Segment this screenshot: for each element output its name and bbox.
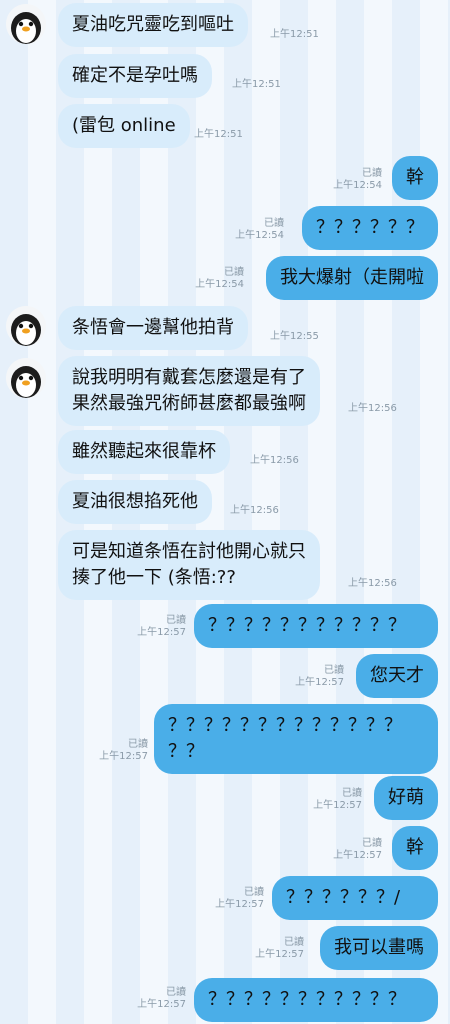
message-bubble[interactable]: 雖然聽起來很靠杯 [58,430,230,474]
message-time: 上午12:57 [333,850,382,861]
message-bubble[interactable]: 您天才 [356,654,438,698]
message-bubble[interactable]: ？？？？？？？？？？？ [194,978,438,1022]
message-bubble[interactable]: 確定不是孕吐嗎 [58,54,212,98]
penguin-avatar-icon[interactable] [6,306,46,346]
message-bubble[interactable]: (雷包 online [58,104,190,148]
message-time: 上午12:55 [270,331,319,342]
message-bubble[interactable]: 幹 [392,156,438,200]
message-time: 上午12:54 [333,180,382,191]
message-bubble[interactable]: 可是知道条悟在討他開心就只 揍了他一下 (条悟:?? [58,530,320,600]
message-time: 上午12:51 [194,129,243,140]
message-bubble[interactable]: ？？？？？？ [302,206,438,250]
message-bubble[interactable]: ？？？？？？？？？？？ [194,604,438,648]
message-time: 上午12:57 [313,800,362,811]
message-bubble[interactable]: 夏油很想掐死他 [58,480,212,524]
message-time: 上午12:57 [137,999,186,1010]
message-bubble[interactable]: 幹 [392,826,438,870]
message-bubble[interactable]: 我大爆射（走開啦 [266,256,438,300]
message-bubble[interactable]: 夏油吃咒靈吃到嘔吐 [58,3,248,47]
message-time: 上午12:54 [195,279,244,290]
message-time: 上午12:56 [250,455,299,466]
message-bubble[interactable]: ？？？？？？/ [272,876,438,920]
message-time: 上午12:57 [99,751,148,762]
message-bubble[interactable]: 条悟會一邊幫他拍背 [58,306,248,350]
message-time: 上午12:57 [215,899,264,910]
message-time: 上午12:56 [230,505,279,516]
message-time: 上午12:51 [270,29,319,40]
message-time: 上午12:56 [348,578,397,589]
penguin-avatar-icon[interactable] [6,358,46,398]
message-bubble[interactable]: 好萌 [374,776,438,820]
message-time: 上午12:57 [255,949,304,960]
message-time: 上午12:54 [235,230,284,241]
message-time: 上午12:57 [137,627,186,638]
message-bubble[interactable]: 我可以畫嗎 [320,926,438,970]
message-time: 上午12:51 [232,79,281,90]
message-bubble[interactable]: 說我明明有戴套怎麼還是有了 果然最強咒術師甚麼都最強啊 [58,356,320,426]
message-time: 上午12:56 [348,403,397,414]
message-time: 上午12:57 [295,677,344,688]
penguin-avatar-icon[interactable] [6,4,46,44]
message-bubble[interactable]: ？？？？？？？？？？？？？ ？？ [154,704,438,774]
chat-message-list[interactable]: 夏油吃咒靈吃到嘔吐 上午12:51 確定不是孕吐嗎 上午12:51 (雷包 on… [0,0,450,1024]
